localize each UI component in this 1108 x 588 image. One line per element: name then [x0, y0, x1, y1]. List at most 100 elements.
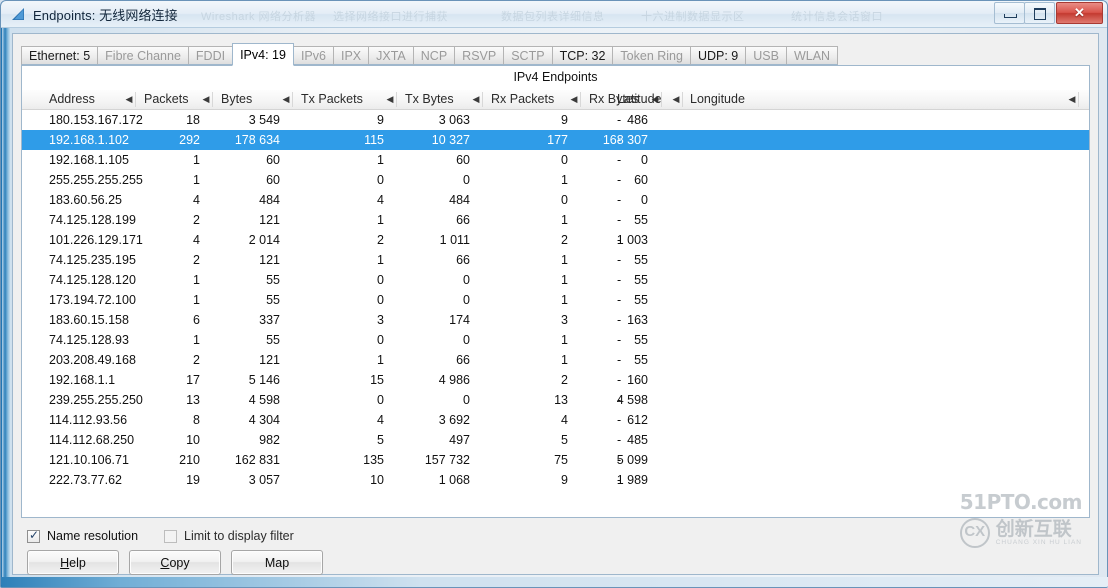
- table-header-row[interactable]: Address ◀ Packets ◀ Bytes ◀ Tx Packets ◀ Tx Byte…: [22, 90, 1089, 110]
- title-bar[interactable]: Endpoints: 无线网络连接 Wireshark 网络分析器 选择网络接口…: [1, 1, 1107, 28]
- cell-bytes: 121: [259, 353, 280, 367]
- cell-packets: 6: [193, 313, 200, 327]
- cell-bytes: 2 014: [248, 233, 280, 247]
- table-row[interactable]: 222.73.77.62193 057101 06891 989--: [22, 470, 1089, 490]
- cell-packets: 8: [193, 413, 200, 427]
- limit-to-display-filter-checkbox-box[interactable]: [164, 529, 178, 543]
- table-row[interactable]: 74.125.128.1992121166155--: [22, 210, 1089, 230]
- column-header-tx-bytes[interactable]: Tx Bytes: [405, 90, 454, 109]
- cell-latitude: -: [617, 133, 622, 147]
- cell-longitude: -: [962, 230, 1089, 250]
- endpoints-table-panel[interactable]: IPv4 Endpoints Address ◀ Packets ◀ Bytes ◀ Tx …: [21, 65, 1090, 518]
- column-resize-handle-tx-packets[interactable]: ◀: [386, 91, 397, 108]
- cell-address: 114.112.68.250: [49, 433, 135, 447]
- copy-button[interactable]: Copy: [129, 550, 221, 575]
- column-resize-handle-rx-packets[interactable]: ◀: [570, 91, 581, 108]
- tab-udp-9[interactable]: UDP: 9: [689, 46, 747, 65]
- cell-tx-packets: 0: [377, 393, 384, 407]
- table-row[interactable]: 121.10.106.71 210 162 831 135 157 732 75 5 099…: [22, 450, 1089, 470]
- column-header-latitude[interactable]: Latitude: [617, 90, 661, 109]
- cell-address: 173.194.72.100: [49, 293, 136, 307]
- close-button[interactable]: ✕: [1056, 2, 1103, 24]
- table-row[interactable]: 114.112.93.5684 30443 6924612--: [22, 410, 1089, 430]
- checkmark-icon: ✓: [29, 527, 40, 542]
- table-row[interactable]: 101.226.129.17142 01421 01121 003--: [22, 230, 1089, 250]
- limit-to-display-filter-label: Limit to display filter: [184, 529, 294, 543]
- column-header-address[interactable]: Address: [49, 90, 95, 109]
- table-row[interactable]: 192.168.1.102 292 178 634 115 10 327 177 168 3…: [22, 130, 1089, 150]
- cell-tx-packets: 5: [377, 433, 384, 447]
- cell-address: 74.125.128.120: [49, 273, 136, 287]
- table-row[interactable]: 183.60.56.254484448400--: [22, 190, 1089, 210]
- limit-to-display-filter-checkbox[interactable]: Limit to display filter: [164, 529, 294, 543]
- map-button[interactable]: Map: [231, 550, 323, 575]
- cell-packets: 1: [193, 293, 200, 307]
- cell-tx-bytes: 0: [463, 333, 470, 347]
- table-row[interactable]: 173.194.72.10015500155--: [22, 290, 1089, 310]
- table-row[interactable]: 74.125.128.9315500155--: [22, 330, 1089, 350]
- tab-sctp: SCTP: [503, 46, 553, 65]
- table-row[interactable]: 183.60.15.158633731743163--: [22, 310, 1089, 330]
- cell-packets: 18: [186, 113, 200, 127]
- column-resize-handle-bytes[interactable]: ◀: [282, 91, 293, 108]
- column-header-rx-packets[interactable]: Rx Packets: [491, 90, 554, 109]
- cell-bytes: 55: [266, 333, 280, 347]
- minimize-button[interactable]: [994, 2, 1025, 24]
- column-header-bytes[interactable]: Bytes: [221, 90, 252, 109]
- table-row[interactable]: 114.112.68.2501098254975485--: [22, 430, 1089, 450]
- cell-address: 74.125.235.195: [49, 253, 136, 267]
- cell-longitude: -: [962, 250, 1089, 270]
- cell-tx-packets: 1: [377, 253, 384, 267]
- table-row[interactable]: 203.208.49.1682121166155--: [22, 350, 1089, 370]
- tab-label: Ethernet: 5: [29, 49, 91, 63]
- column-resize-handle-longitude[interactable]: ◀: [1068, 91, 1079, 108]
- cell-tx-bytes: 484: [449, 193, 470, 207]
- table-row[interactable]: 74.125.128.12015500155--: [22, 270, 1089, 290]
- cell-longitude: -: [962, 310, 1089, 330]
- tab-ipx: IPX: [332, 46, 370, 65]
- column-resize-handle-latitude[interactable]: ◀: [672, 91, 683, 108]
- cell-packets: 2: [193, 213, 200, 227]
- cell-longitude: -: [962, 170, 1089, 190]
- column-header-tx-packets[interactable]: Tx Packets: [301, 90, 363, 109]
- table-row[interactable]: 239.255.255.250134 59800134 598--: [22, 390, 1089, 410]
- column-resize-handle-tx-bytes[interactable]: ◀: [472, 91, 483, 108]
- column-resize-handle-address[interactable]: ◀: [125, 91, 136, 108]
- name-resolution-checkbox[interactable]: ✓ Name resolution: [27, 527, 138, 543]
- column-header-longitude[interactable]: Longitude: [690, 90, 745, 109]
- cell-longitude: -: [962, 270, 1089, 290]
- tab-ipv4-19[interactable]: IPv4: 19: [232, 43, 294, 66]
- cell-bytes: 337: [259, 313, 280, 327]
- cell-address: 183.60.56.25: [49, 193, 122, 207]
- table-row[interactable]: 192.168.1.10516016000--: [22, 150, 1089, 170]
- column-resize-handle-packets[interactable]: ◀: [202, 91, 213, 108]
- table-row[interactable]: 74.125.235.1952121166155--: [22, 250, 1089, 270]
- window-bottom-accent: [1, 577, 1108, 587]
- ghost-text-0: Wireshark 网络分析器: [201, 11, 317, 23]
- cell-longitude: -: [962, 290, 1089, 310]
- tab-tcp-32[interactable]: TCP: 32: [551, 46, 614, 65]
- cell-address: 101.226.129.171: [49, 233, 143, 247]
- ghost-text-3: 十六进制数据显示区: [641, 11, 745, 23]
- name-resolution-checkbox-box[interactable]: ✓: [27, 527, 40, 543]
- cell-tx-packets: 135: [363, 453, 384, 467]
- cell-tx-bytes: 157 732: [424, 453, 470, 467]
- maximize-restore-button[interactable]: [1024, 2, 1055, 24]
- cell-bytes: 60: [266, 173, 280, 187]
- table-row[interactable]: 255.255.255.25516000160--: [22, 170, 1089, 190]
- tab-ethernet-5[interactable]: Ethernet: 5: [21, 46, 99, 65]
- cell-latitude: -: [617, 473, 622, 487]
- column-header-packets[interactable]: Packets: [144, 90, 188, 109]
- cell-longitude: -: [962, 150, 1089, 170]
- table-row[interactable]: 180.153.167.172183 54993 0639486--: [22, 110, 1089, 130]
- help-button[interactable]: Help: [27, 550, 119, 575]
- table-row[interactable]: 192.168.1.1175 146154 9862160--: [22, 370, 1089, 390]
- cell-tx-packets: 0: [377, 173, 384, 187]
- cell-longitude: -: [962, 190, 1089, 210]
- cell-bytes: 178 634: [234, 133, 280, 147]
- table-body[interactable]: 180.153.167.172183 54993 0639486--192.16…: [22, 110, 1089, 490]
- cell-tx-packets: 2: [377, 233, 384, 247]
- tab-label: IPX: [340, 49, 362, 63]
- cell-bytes: 982: [259, 433, 280, 447]
- tab-label: JXTA: [376, 49, 406, 63]
